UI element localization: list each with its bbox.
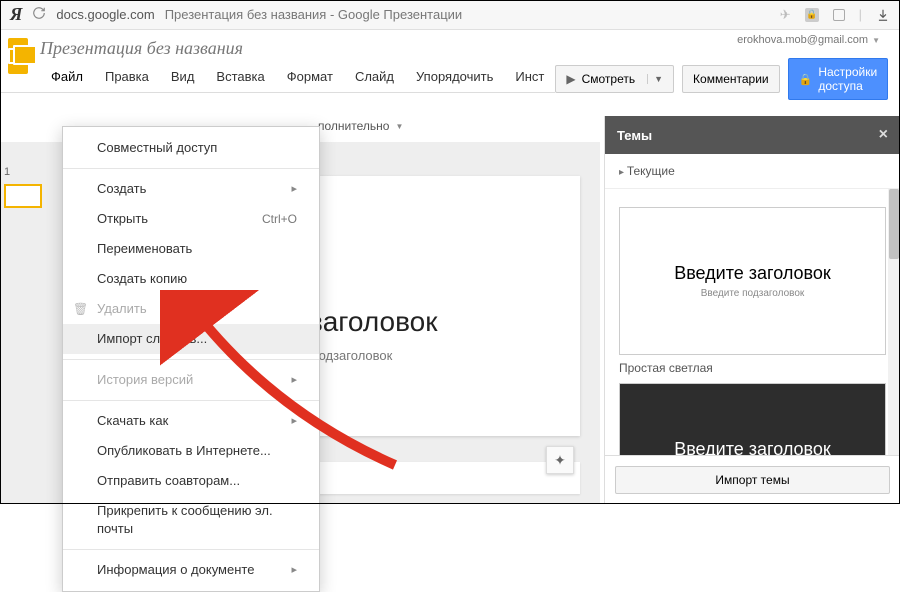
menu-edit[interactable]: Правка [94, 63, 160, 92]
menu-slide[interactable]: Слайд [344, 63, 405, 92]
menu-new[interactable]: Создать [63, 174, 319, 204]
menu-view[interactable]: Вид [160, 63, 206, 92]
slide-number: 1 [4, 166, 10, 178]
present-label: Смотреть [582, 72, 636, 86]
play-icon: ▶ [566, 72, 575, 86]
menu-copy[interactable]: Создать копию [63, 264, 319, 294]
slide-thumbnail[interactable] [4, 184, 42, 208]
menu-download[interactable]: Скачать как [63, 406, 319, 436]
theme-preview-title: Введите заголовок [674, 439, 831, 455]
themes-panel: Темы × Текущие Введите заголовок Введите… [604, 116, 900, 504]
lock-icon[interactable]: 🔒 [805, 8, 819, 22]
theme-preview-title: Введите заголовок [674, 263, 831, 284]
themes-scrollbar[interactable] [888, 189, 900, 455]
close-icon[interactable]: × [879, 126, 888, 144]
explore-button[interactable]: ✦ [546, 446, 574, 474]
menu-open[interactable]: ОткрытьCtrl+O [63, 204, 319, 234]
theme-card-dark[interactable]: Введите заголовок Введите подзаголовок [619, 383, 886, 455]
document-title[interactable]: Презентация без названия [40, 36, 555, 63]
theme-card-light[interactable]: Введите заголовок Введите подзаголовок П… [619, 207, 886, 375]
secondary-toolbar: полнительно ▼ > [318, 116, 629, 136]
lock-icon: 🔒 [799, 73, 813, 86]
menu-insert[interactable]: Вставка [205, 63, 275, 92]
app-frame: erokhova.mob@gmail.com▼ Презентация без … [0, 30, 900, 504]
menu-file[interactable]: Файл [40, 63, 94, 92]
themes-title: Темы [617, 128, 652, 143]
file-menu-dropdown: Совместный доступ Создать ОткрытьCtrl+O … [62, 126, 320, 592]
comments-button[interactable]: Комментарии [682, 65, 780, 93]
rocket-icon[interactable]: ✈ [780, 7, 791, 23]
share-button[interactable]: 🔒 Настройки доступа [788, 58, 889, 100]
refresh-icon[interactable] [32, 6, 46, 23]
menu-publish[interactable]: Опубликовать в Интернете... [63, 436, 319, 466]
download-icon[interactable] [876, 8, 890, 22]
menu-version-history[interactable]: История версий [63, 365, 319, 395]
yandex-logo[interactable]: Я [10, 4, 22, 25]
theme-name: Простая светлая [619, 361, 886, 375]
page-title: Презентация без названия - Google Презен… [165, 7, 462, 22]
shortcut-label: Ctrl+O [262, 210, 297, 228]
url-domain[interactable]: docs.google.com [56, 7, 154, 22]
trash-icon: 🗑 [73, 300, 88, 318]
user-email[interactable]: erokhova.mob@gmail.com▼ [737, 34, 880, 46]
menu-email-attach[interactable]: Прикрепить к сообщению эл. почты [63, 496, 319, 544]
menubar: Файл Правка Вид Вставка Формат Слайд Упо… [0, 63, 555, 93]
menu-document-details[interactable]: Информация о документе [63, 555, 319, 585]
menu-rename[interactable]: Переименовать [63, 234, 319, 264]
toolbar-label: полнительно [318, 119, 389, 133]
menu-tools[interactable]: Инст [504, 63, 555, 92]
chevron-down-icon[interactable]: ▼ [395, 122, 403, 131]
present-button[interactable]: ▶ Смотреть ▼ [555, 65, 674, 93]
share-label: Настройки доступа [818, 65, 877, 93]
import-theme-button[interactable]: Импорт темы [615, 466, 890, 494]
extension-icon[interactable] [833, 9, 845, 21]
menu-format[interactable]: Формат [276, 63, 344, 92]
browser-address-bar: Я docs.google.com Презентация без назван… [0, 0, 900, 30]
present-dropdown-icon[interactable]: ▼ [647, 74, 663, 84]
filmstrip: 1 [0, 142, 55, 504]
menu-import-slides[interactable]: Импорт слайдов... [63, 324, 319, 354]
menu-delete: 🗑Удалить [63, 294, 319, 324]
themes-current-section[interactable]: Текущие [605, 154, 900, 189]
menu-email-collaborators[interactable]: Отправить соавторам... [63, 466, 319, 496]
theme-preview-subtitle: Введите подзаголовок [701, 288, 805, 299]
menu-arrange[interactable]: Упорядочить [405, 63, 504, 92]
menu-share[interactable]: Совместный доступ [63, 133, 319, 163]
